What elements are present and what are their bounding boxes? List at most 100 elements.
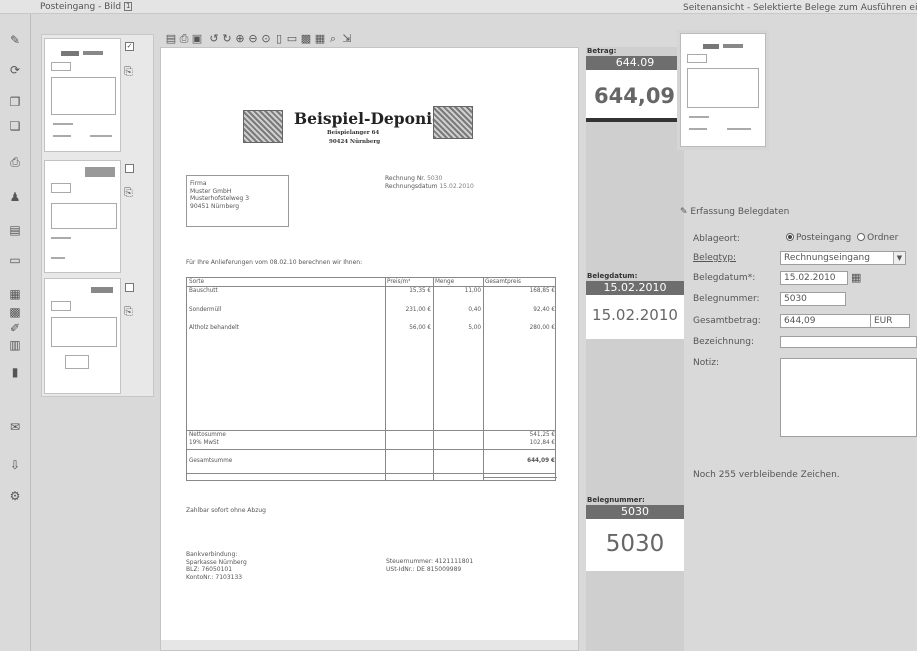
currency-field[interactable]: EUR [870, 314, 910, 328]
grid-icon[interactable]: ▦ [314, 32, 326, 46]
radio-ordner-label[interactable]: Ordner [867, 233, 898, 243]
bank-details: Bankverbindung: Sparkasse Nürnberg BLZ: … [186, 551, 247, 581]
radio-posteingang-label[interactable]: Posteingang [796, 233, 851, 243]
notiz-textarea[interactable] [780, 358, 917, 437]
thumbnail-1-checkbox[interactable]: ✓ [125, 42, 134, 51]
edit-icon[interactable]: ✎ [7, 32, 23, 48]
table-header: Preis/m³ [387, 279, 411, 285]
inbox-title: Posteingang - Bild 1 [40, 2, 133, 12]
belegtyp-select[interactable]: Rechnungseingang ▼ [780, 251, 906, 265]
recipient-line: Firma [190, 180, 207, 187]
zoom-in-icon[interactable]: ⊕ [234, 32, 246, 46]
belegnummer-label: Belegnummer: [693, 294, 760, 304]
image-icon[interactable]: ▩ [300, 32, 312, 46]
refresh-icon[interactable]: ⟳ [7, 62, 23, 78]
rotate-right-icon[interactable]: ↻ [221, 32, 233, 46]
view-icon[interactable]: ▭ [286, 32, 298, 46]
notiz-label: Notiz: [693, 358, 720, 368]
search-icon[interactable]: ⌕ [327, 32, 339, 46]
recipient-line: 90451 Nürnberg [190, 202, 240, 210]
total-value: 644,09 € [527, 458, 555, 464]
table-cell: 231,00 € [405, 307, 431, 313]
bezeichnung-field[interactable] [780, 336, 917, 348]
date-panel[interactable]: Belegdatum: 15.02.2010 15.02.2010 [586, 272, 684, 339]
note-icon[interactable]: ✐ [7, 320, 23, 336]
thumbnail-page-2[interactable] [44, 160, 121, 273]
thumbnail-3-document-icon[interactable]: ⎘ [124, 305, 137, 318]
settings-icon[interactable]: ⚙ [7, 488, 23, 504]
radio-ordner[interactable] [857, 233, 866, 241]
barcode-icon[interactable]: ▮ [7, 364, 23, 380]
vat-label: 19% MwSt [189, 440, 219, 446]
belegtyp-value: Rechnungseingang [784, 253, 870, 263]
ablageort-options: Posteingang Ordner [786, 233, 898, 243]
thumbnail-page-1[interactable] [44, 38, 121, 152]
chevron-down-icon[interactable]: ▼ [893, 252, 905, 264]
left-toolbar: ✎ ⟳ ❐ ❏ ⎙ ♟ ▤ ▭ ▦ ▩ ✐ ▥ ▮ ✉ ⇩ ⚙ [0, 14, 31, 651]
form-section-title: ✎ Erfassung Belegdaten [680, 207, 789, 217]
document-icon[interactable]: ▤ [7, 222, 23, 238]
export-icon[interactable]: ⇲ [341, 32, 353, 46]
copy-icon[interactable]: ❐ [7, 94, 23, 110]
zoom-fit-icon[interactable]: ⊙ [260, 32, 272, 46]
inbox-title-text: Posteingang - Bild [40, 2, 122, 12]
export-icon[interactable]: ⇩ [7, 457, 23, 473]
table-cell: Bauschutt [189, 288, 218, 294]
thumbnail-page-3[interactable] [44, 278, 121, 394]
form-edit-icon: ✎ [680, 207, 688, 217]
table-cell: 168,85 € [529, 288, 555, 294]
zoom-out-icon[interactable]: ⊖ [247, 32, 259, 46]
print-icon[interactable]: ⎙ [178, 32, 190, 46]
invoice-no-label: Rechnung Nr. [385, 175, 426, 182]
belegdatum-field[interactable]: 15.02.2010 [780, 271, 848, 285]
amount-panel[interactable]: Betrag: 644.09 644,09 € [586, 47, 684, 122]
page-icon[interactable]: ▯ [273, 32, 285, 46]
total-label: Gesamtsumme [189, 458, 233, 464]
company-name: Beispiel-Deponie [294, 109, 442, 128]
bank-line: Bankverbindung: [186, 551, 238, 558]
date-snippet: 15.02.2010 [586, 295, 684, 339]
gesamtbetrag-label: Gesamtbetrag: [693, 316, 761, 326]
split-icon[interactable]: ▦ [7, 286, 23, 302]
print-icon[interactable]: ⎙ [7, 154, 23, 170]
number-panel[interactable]: Belegnummer: 5030 5030 [586, 496, 684, 571]
ablageort-label: Ablageort: [693, 234, 740, 244]
thumbnail-2-document-icon[interactable]: ⎘ [124, 186, 137, 199]
merge-icon[interactable]: ▩ [7, 304, 23, 320]
table-cell: 0,40 [468, 307, 481, 313]
preview-panel-title: Seitenansicht - Selektierte Belege zum A… [683, 3, 917, 13]
recipient-line: Musterhofstelweg 3 [190, 195, 250, 202]
thumbnail-3-checkbox[interactable] [125, 283, 134, 292]
document-bottom-band [161, 640, 578, 650]
recipient-line: Muster GmbH [190, 187, 232, 195]
page-preview[interactable] [680, 33, 766, 147]
new-icon[interactable]: ▤ [165, 32, 177, 46]
users-icon[interactable]: ♟ [7, 189, 23, 205]
belegnummer-field[interactable]: 5030 [780, 292, 846, 306]
invoice-date-label: Rechnungsdatum [385, 182, 438, 190]
thumbnail-2-checkbox[interactable] [125, 164, 134, 173]
table-cell: 5,00 [468, 325, 481, 331]
vat-value: 102,84 € [529, 440, 555, 446]
radio-posteingang[interactable] [786, 233, 794, 241]
table-cell: 280,00 € [529, 325, 555, 331]
table-cell: Sondermüll [189, 307, 222, 313]
number-snippet: 5030 [586, 519, 684, 571]
number-bar: 5030 [586, 505, 684, 519]
invoice-info: Rechnung Nr. 5030 Rechnungsdatum 15.02.2… [385, 175, 474, 190]
table-cell: 56,00 € [409, 325, 431, 331]
table-cell: 92,40 € [533, 307, 555, 313]
rotate-left-icon[interactable]: ↺ [208, 32, 220, 46]
company-city: 90424 Nürnberg [329, 139, 381, 145]
recipient-address: Firma Muster GmbH Musterhofstelweg 3 904… [186, 175, 289, 227]
stamp-icon[interactable]: ▥ [7, 337, 23, 353]
scanner-icon[interactable]: ▭ [7, 252, 23, 268]
save-icon[interactable]: ▣ [191, 32, 203, 46]
thumbnail-list: ✓ ⎘ ⎘ ⎘ [41, 34, 154, 397]
number-label: Belegnummer: [587, 496, 645, 504]
net-label: Nettosumme [189, 432, 226, 438]
mail-icon[interactable]: ✉ [7, 419, 23, 435]
paste-icon[interactable]: ❏ [7, 118, 23, 134]
thumbnail-1-document-icon[interactable]: ⎘ [124, 65, 137, 78]
calendar-icon[interactable]: ▦ [851, 271, 861, 284]
